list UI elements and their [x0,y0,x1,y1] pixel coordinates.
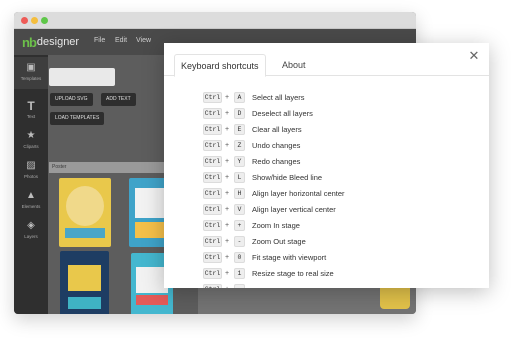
star-icon: ★ [26,130,36,141]
close-icon[interactable]: ✕ [468,49,480,62]
logo-text: designer [36,36,80,48]
shortcut-key: Z [234,140,245,151]
sidebar-item-label: Cliparts [23,144,39,149]
shortcut-description: Clear all layers [252,125,302,134]
modifier-key: Ctrl [203,108,222,119]
modifier-key: Ctrl [203,188,222,199]
text-icon: T [27,99,35,113]
plus-sign: + [225,270,230,277]
plus-sign: + [225,284,229,288]
menu-edit[interactable]: Edit [115,37,127,44]
plus-sign: + [225,126,230,133]
shapes-icon: ▲ [26,190,36,201]
shortcut-key [234,284,245,288]
photo-icon: ▨ [26,160,36,171]
plus-sign: + [225,238,230,245]
sidebar-item-layers[interactable]: ◈ Layers [14,215,48,247]
shortcut-key: - [234,236,245,247]
load-templates-button[interactable]: LOAD TEMPLATES [50,112,105,125]
modifier-key: Ctrl [203,236,222,247]
shortcut-key: Y [234,156,245,167]
logo-mark: nb [22,34,37,50]
templates-icon: ▣ [26,62,36,73]
shortcut-description: Align layer horizontal center [252,189,345,198]
modifier-key: Ctrl [203,220,222,231]
modifier-key: Ctrl [203,124,222,135]
shortcut-description: Undo changes [252,141,301,150]
sidebar-item-label: Photos [23,174,38,179]
shortcut-key: E [234,124,245,135]
plus-sign: + [225,174,230,181]
modifier-key: Ctrl [203,284,222,288]
plus-sign: + [225,142,230,149]
shortcut-key: 1 [234,268,245,279]
layers-icon: ◈ [27,220,35,231]
shortcut-key: L [234,172,245,183]
menu-file[interactable]: File [94,37,105,44]
modifier-key: Ctrl [203,156,222,167]
shortcut-description: Zoom In stage [252,221,300,230]
shortcut-description: Fit stage with viewport [252,253,327,262]
template-thumbnail[interactable] [59,178,111,247]
modifier-key: Ctrl [203,92,222,103]
modifier-key: Ctrl [203,252,222,263]
sidebar-item-templates[interactable]: ▣ Templates [14,57,48,89]
panel-search-box[interactable] [49,68,115,86]
shortcut-key: A [234,92,245,103]
dialog-tabs: Keyboard shortcuts About ✕ [164,43,489,77]
template-thumbnail[interactable] [60,251,109,314]
sidebar-item-text[interactable]: T Text [14,95,48,127]
keyboard-shortcuts-dialog: Keyboard shortcuts About ✕ Ctrl + A Sele… [164,43,489,288]
shortcut-key: 0 [234,252,245,263]
shortcut-key: + [234,220,245,231]
modifier-key: Ctrl [203,172,222,183]
shortcut-description: Align layer vertical center [252,205,336,214]
screenshot-stage: nb designer File Edit View ▣ Templates T… [0,0,511,349]
maximize-window-dot[interactable] [41,17,48,24]
tab-keyboard-shortcuts[interactable]: Keyboard shortcuts [174,54,266,77]
shortcut-description: Zoom Out stage [252,237,306,246]
shortcut-description: Resize stage to real size [252,269,334,278]
shortcut-key: H [234,188,245,199]
sidebar-item-photos[interactable]: ▨ Photos [14,155,48,187]
shortcut-description: Redo changes [252,157,301,166]
shortcut-description: Select all layers [252,93,305,102]
tool-sidebar: ▣ Templates T Text ★ Cliparts ▨ Photos ▲… [14,55,48,314]
sidebar-item-label: Elements [21,204,41,209]
shortcut-description: Deselect all layers [252,109,313,118]
shortcut-key: D [234,108,245,119]
sidebar-item-cliparts[interactable]: ★ Cliparts [14,125,48,157]
shortcut-key: V [234,204,245,215]
add-text-button[interactable]: ADD TEXT [101,93,136,106]
window-titlebar [14,12,416,29]
upload-svg-button[interactable]: UPLOAD SVG [50,93,93,106]
menu-view[interactable]: View [136,37,151,44]
sidebar-item-elements[interactable]: ▲ Elements [14,185,48,217]
plus-sign: + [225,254,230,261]
plus-sign: + [225,206,230,213]
sidebar-item-label: Layers [24,234,38,239]
plus-sign: + [225,222,230,229]
plus-sign: + [225,190,230,197]
minimize-window-dot[interactable] [31,17,38,24]
sidebar-item-label: Text [26,114,36,119]
close-window-dot[interactable] [21,17,28,24]
plus-sign: + [225,110,230,117]
modifier-key: Ctrl [203,268,222,279]
sidebar-item-label: Templates [20,76,42,81]
modifier-key: Ctrl [203,140,222,151]
modifier-key: Ctrl [203,204,222,215]
plus-sign: + [225,158,230,165]
plus-sign: + [225,94,230,101]
tab-about[interactable]: About [276,54,312,77]
shortcut-description: Show/hide Bleed line [252,173,323,182]
app-logo: nb designer [22,34,80,50]
